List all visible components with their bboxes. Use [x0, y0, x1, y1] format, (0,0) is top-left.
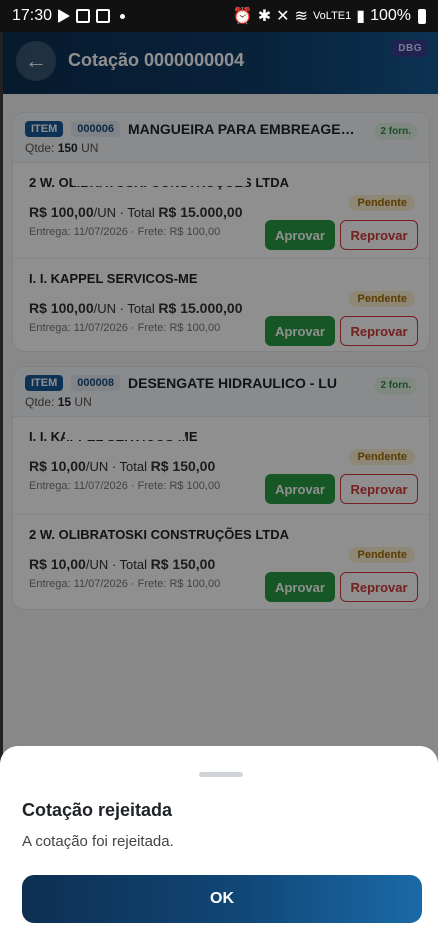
- network-label: VoLTE1: [312, 10, 352, 22]
- sheet-drag-handle[interactable]: [199, 772, 243, 777]
- notification-icon: [96, 9, 111, 23]
- alarm-icon: ⏰: [232, 8, 253, 25]
- status-time: 17:30: [12, 7, 53, 24]
- notification-icon: [76, 9, 91, 23]
- status-left: 17:30: [12, 7, 126, 25]
- signal-icon: ▮: [356, 8, 366, 25]
- wifi-icon: ≋: [294, 8, 308, 25]
- play-store-icon: [58, 9, 71, 23]
- dialog-title: Cotação rejeitada: [22, 800, 173, 820]
- bluetooth-icon: ✱: [257, 8, 272, 25]
- battery-text: 100%: [370, 7, 411, 24]
- mute-icon: ✕: [276, 8, 290, 25]
- dialog-message: A cotação foi rejeitada.: [22, 833, 174, 850]
- battery-icon: [418, 8, 426, 24]
- ok-button[interactable]: OK: [22, 875, 422, 923]
- status-right: ⏰ ✱ ✕ ≋ VoLTE1 ▮ 100%: [233, 6, 426, 26]
- more-notifications-icon: [120, 13, 126, 19]
- status-bar: 17:30 ⏰ ✱ ✕ ≋ VoLTE1 ▮ 100%: [0, 0, 438, 32]
- bottom-sheet-dialog: Cotação rejeitada A cotação foi rejeitad…: [0, 746, 438, 943]
